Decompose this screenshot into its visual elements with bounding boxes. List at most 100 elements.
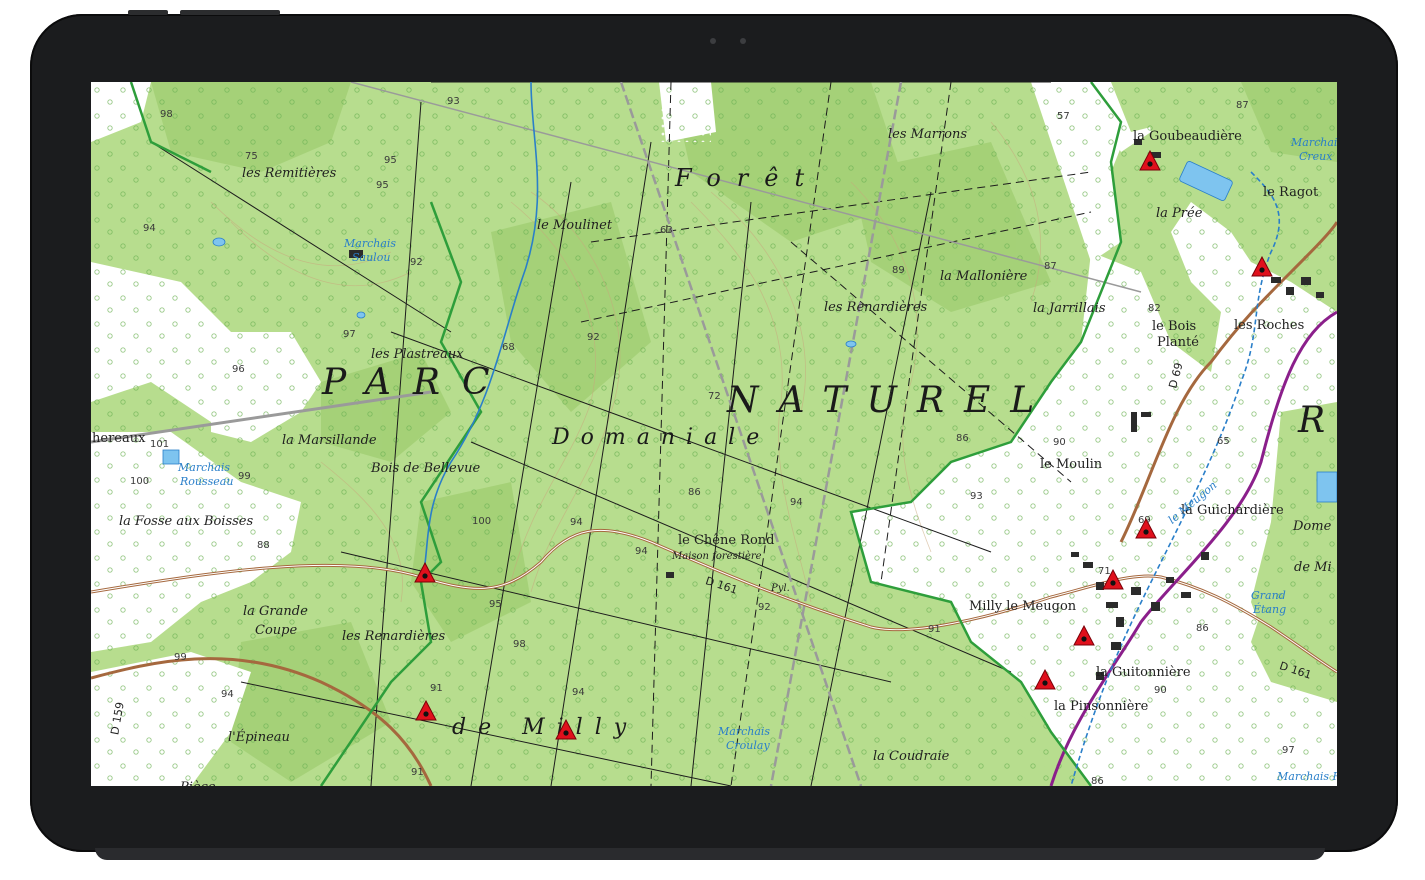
elevation-value: 99 <box>174 652 187 663</box>
place-label: la Fosse aux Boisses <box>119 514 254 529</box>
place-label: la Prée <box>1156 206 1203 221</box>
place-label: hereaux <box>92 431 146 446</box>
elevation-value: 92 <box>758 602 771 613</box>
region-label: NATUREL <box>727 380 1055 421</box>
water-label: Grand <box>1251 589 1286 602</box>
place-label: le Bois <box>1152 319 1197 334</box>
elevation-value: 82 <box>1148 303 1161 314</box>
elevation-value: 94 <box>143 223 156 234</box>
warning-marker-icon[interactable] <box>414 562 436 584</box>
place-label: l'Épineau <box>228 730 290 745</box>
place-label: le Chêne Rond <box>678 533 775 548</box>
place-label: la Mallonière <box>940 269 1028 284</box>
map-screen[interactable]: PARC NATUREL R Forêt Domaniale de Milly les M… <box>91 82 1337 786</box>
elevation-value: 89 <box>892 265 905 276</box>
elevation-value: 57 <box>1057 111 1070 122</box>
elevation-value: 91 <box>411 767 424 778</box>
place-label: la Goubeaudière <box>1133 129 1242 144</box>
place-label: Bois de Bellevue <box>371 461 481 476</box>
elevation-value: 91 <box>928 624 941 635</box>
warning-marker-icon[interactable] <box>1034 669 1056 691</box>
elevation-value: 93 <box>970 491 983 502</box>
place-label: Coupe <box>255 623 298 638</box>
elevation-value: 96 <box>232 364 245 375</box>
water-label: Marchais <box>178 461 231 474</box>
elevation-value: 65 <box>1217 436 1230 447</box>
place-label: la Grande <box>243 604 308 619</box>
elevation-value: 94 <box>570 517 583 528</box>
place-label: la Coudraie <box>873 749 950 764</box>
place-label: de Mi <box>1294 560 1332 575</box>
water-label: Marchais <box>1291 136 1337 149</box>
water-label: Croulay <box>726 739 770 752</box>
region-label: PARC <box>322 362 512 403</box>
elevation-value: 95 <box>376 180 389 191</box>
region-label: Forêt <box>675 164 821 192</box>
place-label: les Plastreaux <box>371 347 464 362</box>
place-label: le Ragot <box>1263 185 1319 200</box>
water-label: Creux <box>1299 150 1333 163</box>
volume-button <box>128 10 168 15</box>
elevation-value: 91 <box>430 683 443 694</box>
region-label: R <box>1298 400 1326 441</box>
elevation-value: 98 <box>513 639 526 650</box>
elevation-value: 87 <box>1044 261 1057 272</box>
water-label: Saulou <box>352 251 391 264</box>
elevation-value: 75 <box>245 151 258 162</box>
elevation-value: 86 <box>956 433 969 444</box>
place-label: le Moulin <box>1040 457 1103 472</box>
place-label: la Jarrillais <box>1033 301 1106 316</box>
water-label: Marchais <box>344 237 397 250</box>
place-label: les Marrons <box>888 127 968 142</box>
warning-marker-icon[interactable] <box>415 700 437 722</box>
elevation-value: 100 <box>130 476 150 487</box>
elevation-value: 88 <box>257 540 270 551</box>
elevation-value: 90 <box>1053 437 1066 448</box>
warning-marker-icon[interactable] <box>1251 256 1273 278</box>
elevation-value: 94 <box>572 687 585 698</box>
elevation-value: 72 <box>708 391 721 402</box>
warning-marker-icon[interactable] <box>555 719 577 741</box>
water-label: Rousseau <box>180 475 234 488</box>
elevation-value: 86 <box>1196 623 1209 634</box>
elevation-value: 94 <box>221 689 234 700</box>
elevation-value: 95 <box>384 155 397 166</box>
region-label: Domaniale <box>552 425 771 450</box>
warning-marker-icon[interactable] <box>1139 150 1161 172</box>
elevation-value: 92 <box>587 332 600 343</box>
water-label: Marchais Rou <box>1277 770 1337 783</box>
place-label: la Pinsonnière <box>1054 699 1149 714</box>
elevation-value: 93 <box>447 96 460 107</box>
region-label: de Milly <box>452 715 639 740</box>
elevation-value: 86 <box>688 487 701 498</box>
place-label: Pyl. <box>771 583 790 594</box>
elevation-value: 90 <box>1154 685 1167 696</box>
place-label: Milly le Meugon <box>969 599 1077 614</box>
water-label: Marchais <box>718 725 771 738</box>
place-label: Dome <box>1293 519 1332 534</box>
sensor-icon <box>740 38 746 44</box>
place-label: Planté <box>1157 335 1199 350</box>
place-label: Maison forestière <box>672 551 762 562</box>
place-label: les Remitières <box>242 166 337 181</box>
elevation-value: 97 <box>1282 745 1295 756</box>
place-label: le Moulinet <box>537 218 613 233</box>
warning-marker-icon[interactable] <box>1102 569 1124 591</box>
camera-icon <box>710 38 716 44</box>
elevation-value: 95 <box>489 599 502 610</box>
elevation-value: 68 <box>502 342 515 353</box>
elevation-value: 101 <box>150 439 170 450</box>
place-label: les Renardières <box>824 300 928 315</box>
elevation-value: 87 <box>1236 100 1249 111</box>
water-label: Étang <box>1253 603 1287 616</box>
power-button <box>180 10 280 15</box>
elevation-value: 98 <box>160 109 173 120</box>
place-label: les Roches <box>1234 318 1305 333</box>
tablet-stand <box>95 848 1325 860</box>
warning-marker-icon[interactable] <box>1073 625 1095 647</box>
place-label: Pièce <box>180 781 216 786</box>
elevation-value: 99 <box>238 471 251 482</box>
elevation-value: 94 <box>635 546 648 557</box>
elevation-value: 100 <box>472 516 492 527</box>
warning-marker-icon[interactable] <box>1135 518 1157 540</box>
